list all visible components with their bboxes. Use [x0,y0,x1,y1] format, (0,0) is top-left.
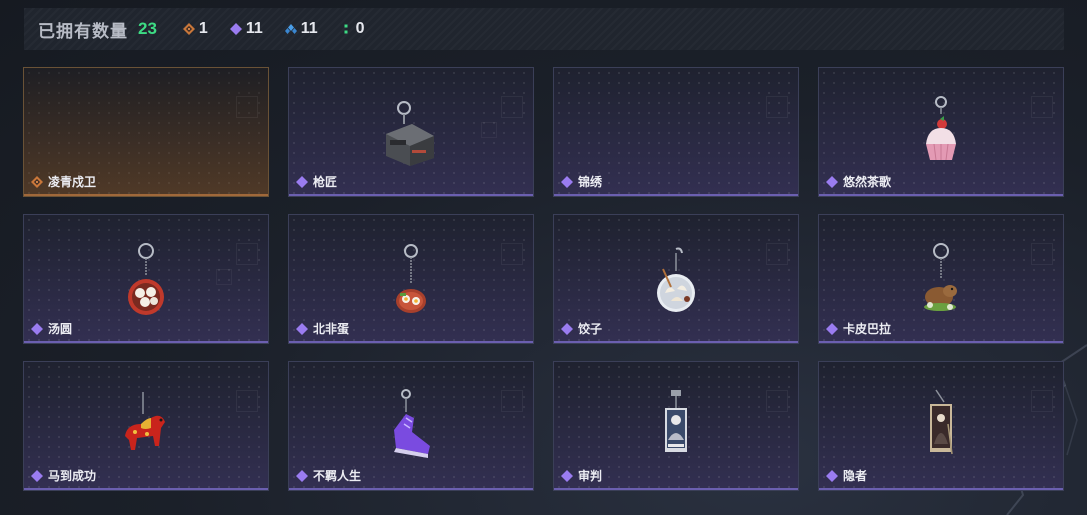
gold-diamond-icon [31,175,43,188]
purple-diamond-icon [296,469,308,482]
charm-name: 饺子 [578,322,603,336]
charm-name: 北非蛋 [313,322,350,336]
charm-card[interactable]: 枪匠 [288,67,534,197]
card-decoration [766,390,788,412]
card-decoration [501,390,523,412]
purple-diamond-icon [826,175,838,188]
charm-card[interactable]: 锦绣 [553,67,799,197]
card-decoration [501,243,523,265]
owned-count-label: 已拥有数量 [38,21,128,41]
hermit-tarot-charm-icon [930,389,953,455]
charm-name: 悠然茶歌 [843,175,892,189]
charm-name-row: 汤圆 [31,320,72,337]
charm-name: 审判 [578,469,603,483]
purple-diamond-icon [296,322,308,335]
charm-name: 锦绣 [578,175,603,189]
charm-card[interactable]: 饺子 [553,214,799,344]
charm-name: 不羁人生 [313,469,362,483]
charm-card[interactable]: 汤圆 [23,214,269,344]
charm-name-row: 审判 [561,467,602,484]
rarity-count-value: 0 [355,20,365,37]
green-dots-icon [340,23,352,35]
card-decoration [236,243,258,265]
tangyuan-bowl-charm-icon [128,243,164,315]
charm-name: 汤圆 [48,322,73,336]
purple-diamond-icon [561,322,573,335]
charm-name-row: 隐者 [826,467,867,484]
rarity-count-gold: 1 [182,20,208,38]
purple-diamond-icon [296,175,308,188]
charm-name-row: 饺子 [561,320,602,337]
charm-card[interactable]: 审判 [553,361,799,491]
card-decoration [481,122,497,138]
rarity-count-purple: 11 [229,20,263,38]
charm-name: 马到成功 [48,469,97,483]
charm-card[interactable]: 不羁人生 [288,361,534,491]
purple-diamond-icon [31,469,43,482]
purple-diamond-icon [826,322,838,335]
card-decoration [236,96,258,118]
card-decoration [501,96,523,118]
rarity-count-value: 1 [198,20,208,37]
charm-name: 枪匠 [313,175,338,189]
charm-card[interactable]: 凌青戍卫 [23,67,269,197]
charm-card[interactable]: 隐者 [818,361,1064,491]
rarity-count-value: 11 [300,20,318,37]
red-horse-charm-icon [125,392,165,450]
card-decoration [1031,243,1053,265]
card-decoration [766,96,788,118]
charm-name-row: 锦绣 [561,173,602,190]
charm-collection-grid: 凌青戍卫 枪匠 锦绣 悠然茶歌 汤圆 北非蛋 饺子 卡皮巴拉 马到成功 不羁人生… [23,67,1064,491]
owned-count-value: 23 [138,19,157,38]
charm-card[interactable]: 马到成功 [23,361,269,491]
sneaker-charm-icon [394,389,430,458]
charm-name: 隐者 [843,469,868,483]
purple-diamond-icon [561,469,573,482]
shakshuka-charm-icon [396,244,426,313]
purple-diamond-icon [826,469,838,482]
charm-name: 凌青戍卫 [48,175,97,189]
capybara-charm-icon [924,243,957,311]
card-decoration [766,243,788,265]
blue-diamond-icon [284,23,297,35]
charm-name: 卡皮巴拉 [843,322,892,336]
gun-case-charm-icon [386,101,434,166]
charm-card[interactable]: 卡皮巴拉 [818,214,1064,344]
charm-name-row: 北非蛋 [296,320,349,337]
charm-name-row: 不羁人生 [296,467,361,484]
card-decoration [1031,96,1053,118]
charm-name-row: 悠然茶歌 [826,173,891,190]
charm-name-row: 枪匠 [296,173,337,190]
purple-diamond-icon [31,322,43,335]
charm-card[interactable]: 北非蛋 [288,214,534,344]
rarity-count-green: 0 [340,20,365,38]
charm-name-row: 卡皮巴拉 [826,320,891,337]
purple-diamond-icon [561,175,573,188]
gold-diamond-icon [182,23,195,35]
rarity-count-blue: 11 [284,20,318,38]
charm-name-row: 凌青戍卫 [31,173,96,190]
judgement-tarot-charm-icon [665,390,687,452]
card-decoration [1031,390,1053,412]
charm-name-row: 马到成功 [31,467,96,484]
card-decoration [216,269,232,285]
collection-summary-bar: 已拥有数量 23 1 11 11 0 [24,8,1064,50]
cupcake-charm-icon [926,96,956,161]
charm-card[interactable]: 悠然茶歌 [818,67,1064,197]
rarity-count-value: 11 [245,20,263,37]
purple-diamond-icon [229,23,242,35]
card-decoration [236,390,258,412]
dumplings-plate-charm-icon [657,247,695,312]
